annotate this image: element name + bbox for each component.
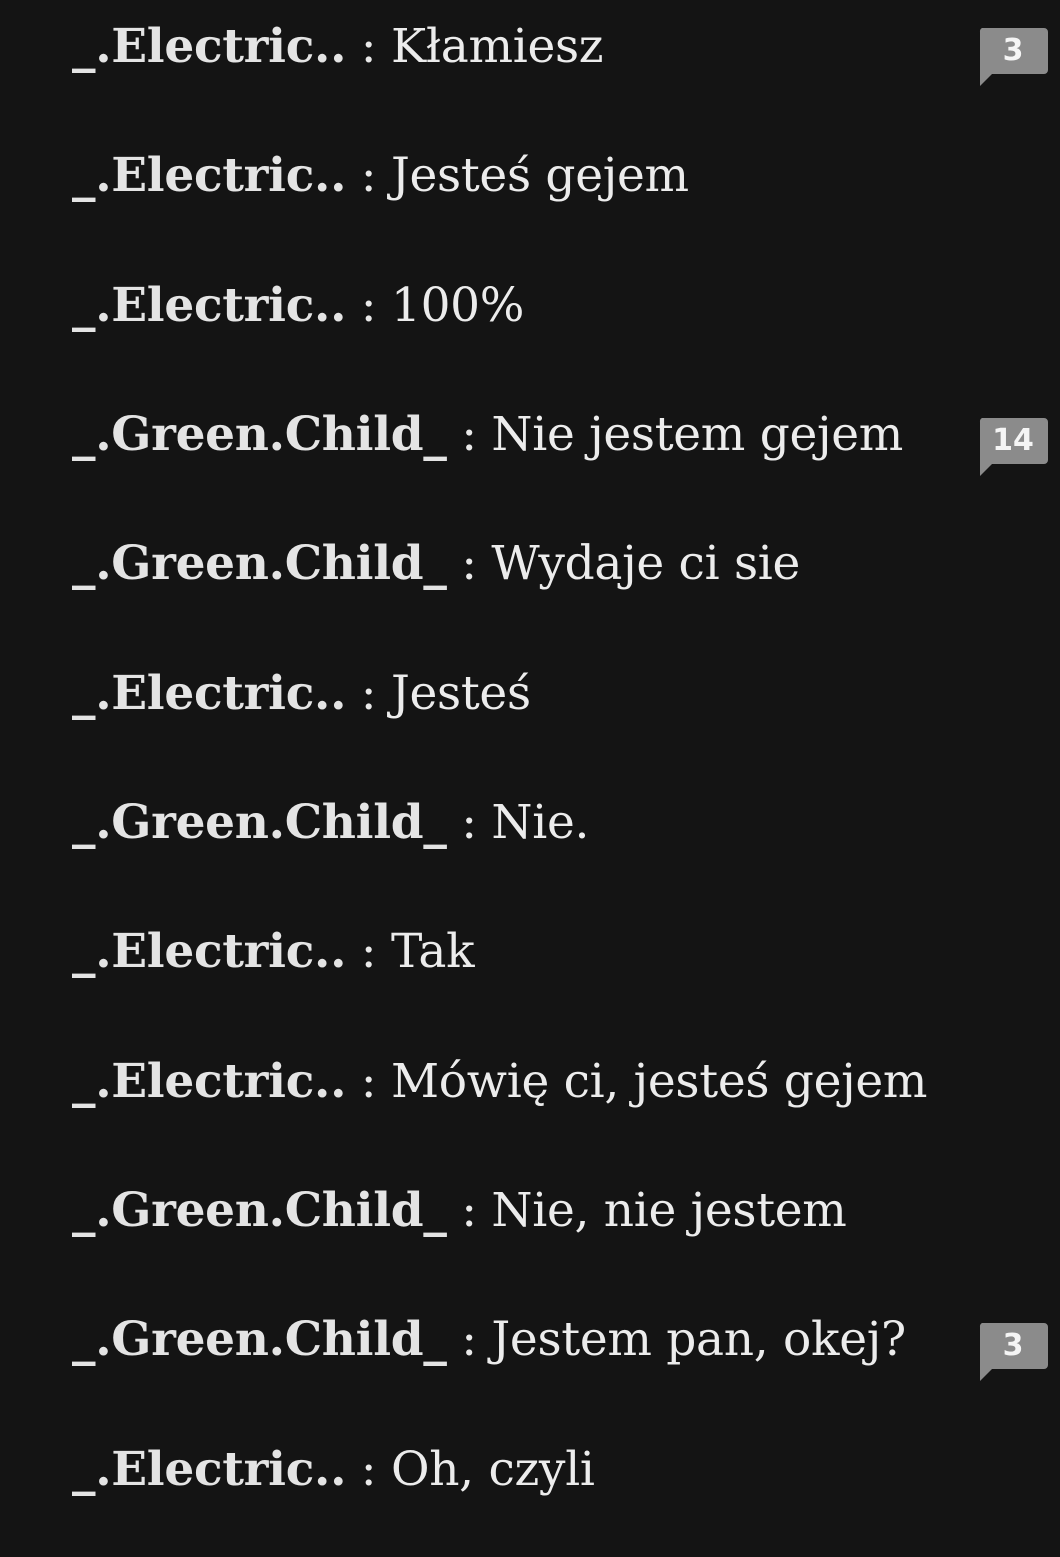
speaker-name: _.Electric.. <box>72 1054 347 1109</box>
paragraph-comments-badge[interactable]: 14 <box>978 418 1048 476</box>
comment-count: 14 <box>992 423 1034 458</box>
speaker-separator: : <box>346 1442 391 1497</box>
message-text: Wydaje ci sie <box>491 536 801 591</box>
message-text: Tak <box>390 924 475 979</box>
speaker-name: _.Electric.. <box>72 19 347 74</box>
speaker-name: _.Green.Child_ <box>72 536 447 591</box>
paragraph-comments-badge[interactable]: 3 <box>978 1323 1048 1381</box>
speaker-separator: : <box>446 407 492 462</box>
speaker-name: _.Electric.. <box>72 1442 347 1497</box>
message-text: Jestem pan, okej? <box>491 1312 906 1367</box>
chat-line: _.Green.Child_ : Nie jestem gejem <box>72 405 903 465</box>
chat-line: _.Electric.. : 100% <box>72 276 524 336</box>
chat-line: _.Green.Child_ : Nie, nie jestem <box>72 1181 847 1241</box>
message-text: 100% <box>390 278 525 333</box>
message-text: Jesteś <box>390 666 531 721</box>
chat-line: _.Electric.. : Mówię ci, jesteś gejem <box>72 1052 927 1112</box>
comment-count: 3 <box>1002 1328 1024 1363</box>
chat-line: _.Electric.. : Jesteś <box>72 664 531 724</box>
speaker-name: _.Green.Child_ <box>72 407 447 462</box>
speaker-separator: : <box>446 536 492 591</box>
speaker-name: _.Electric.. <box>72 924 347 979</box>
speaker-separator: : <box>346 278 391 333</box>
speaker-name: _.Green.Child_ <box>72 795 447 850</box>
message-text: Nie. <box>491 795 590 850</box>
speaker-separator: : <box>346 924 391 979</box>
chat-line: _.Electric.. : Tak <box>72 922 475 982</box>
message-text: Oh, czyli <box>390 1442 595 1497</box>
chat-line: _.Electric.. : Oh, czyli <box>72 1440 595 1500</box>
comment-count: 3 <box>1002 33 1024 68</box>
speaker-name: _.Electric.. <box>72 278 347 333</box>
message-text: Mówię ci, jesteś gejem <box>390 1054 928 1109</box>
chat-line: _.Electric.. : Jesteś gejem <box>72 146 689 206</box>
speaker-separator: : <box>346 19 391 74</box>
speaker-separator: : <box>346 148 391 203</box>
message-text: Kłamiesz <box>390 19 604 74</box>
chat-line: _.Green.Child_ : Nie. <box>72 793 589 853</box>
message-text: Nie jestem gejem <box>491 407 904 462</box>
speaker-name: _.Green.Child_ <box>72 1312 447 1367</box>
speaker-separator: : <box>446 1183 492 1238</box>
speaker-separator: : <box>346 666 391 721</box>
message-text: Nie, nie jestem <box>491 1183 847 1238</box>
speaker-separator: : <box>446 1312 492 1367</box>
paragraph-comments-badge[interactable]: 3 <box>978 28 1048 86</box>
speaker-name: _.Electric.. <box>72 148 347 203</box>
chat-line: _.Electric.. : Kłamiesz <box>72 17 604 77</box>
chat-transcript: _.Electric.. : Kłamiesz 3 _.Electric.. :… <box>0 0 1060 1557</box>
chat-line: _.Green.Child_ : Wydaje ci sie <box>72 534 800 594</box>
speaker-name: _.Electric.. <box>72 666 347 721</box>
speaker-separator: : <box>446 795 492 850</box>
chat-line: _.Green.Child_ : Jestem pan, okej? <box>72 1310 906 1370</box>
speaker-name: _.Green.Child_ <box>72 1183 447 1238</box>
message-text: Jesteś gejem <box>390 148 689 203</box>
speaker-separator: : <box>346 1054 391 1109</box>
